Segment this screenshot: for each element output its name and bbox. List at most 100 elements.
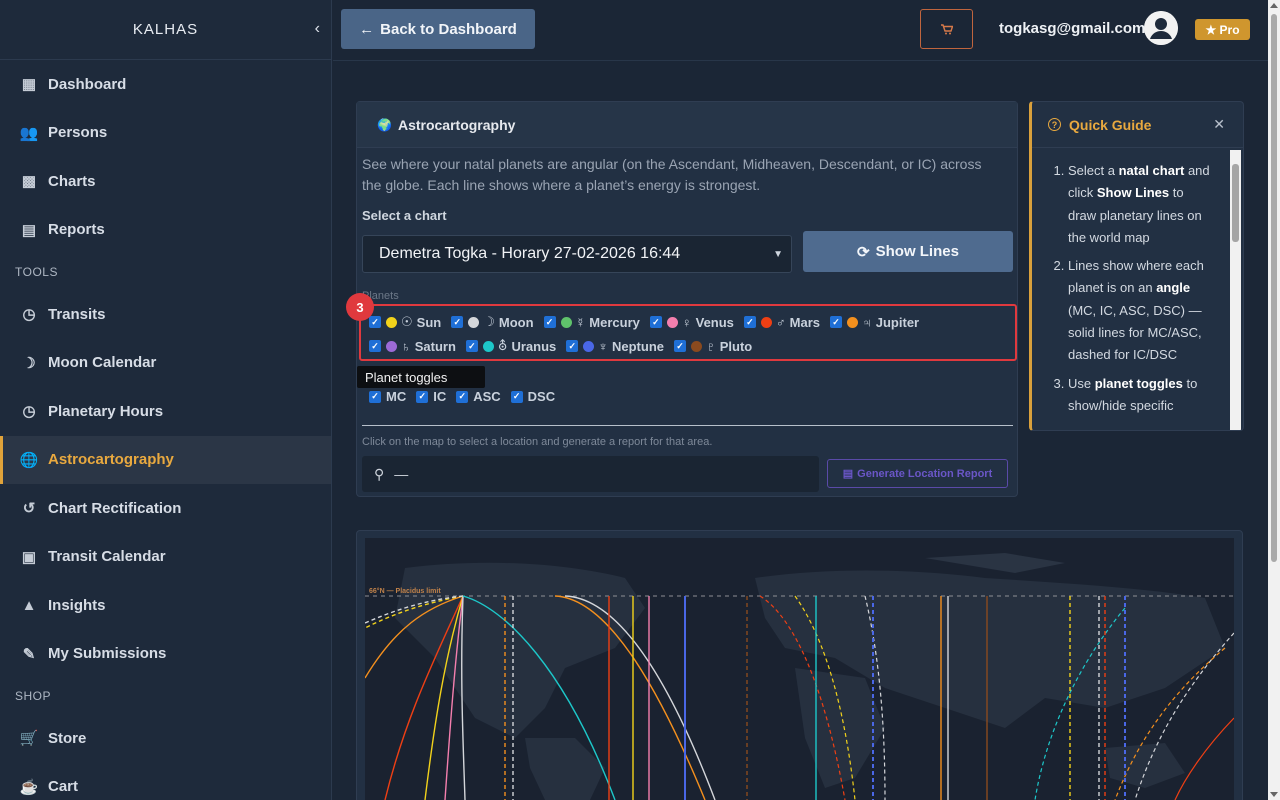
- checkbox[interactable]: ✓: [543, 316, 556, 328]
- angle-toggle-dsc[interactable]: ✓ DSC: [510, 389, 556, 404]
- chart-select[interactable]: Demetra Togka - Horary 27-02-2026 16:44 …: [362, 235, 792, 273]
- back-button-label: Back to Dashboard: [380, 20, 517, 38]
- sidebar-item-transit-calendar[interactable]: ▣ Transit Calendar: [0, 533, 331, 582]
- user-email[interactable]: togkasg@gmail.com: [999, 20, 1145, 37]
- history-icon: ↺: [22, 500, 36, 518]
- scroll-down-icon[interactable]: [1270, 792, 1278, 797]
- location-value: —: [394, 466, 409, 482]
- planet-color-dot: [583, 340, 595, 352]
- guide-text: Select a: [1068, 163, 1119, 178]
- planet-label: Neptune: [612, 338, 664, 354]
- sidebar-item-astrocartography[interactable]: 🌐 Astrocartography: [0, 435, 331, 484]
- scroll-thumb[interactable]: [1271, 14, 1277, 562]
- planet-toggle-saturn[interactable]: ✓ ♄ Saturn: [369, 339, 456, 354]
- cart-icon: [940, 23, 953, 34]
- angle-toggle-mc[interactable]: ✓ MC: [369, 389, 406, 404]
- planet-color-dot: [847, 316, 859, 328]
- pro-label: Pro: [1219, 22, 1240, 37]
- pro-badge[interactable]: ★ Pro: [1195, 19, 1250, 40]
- sidebar-item-label: Transit Calendar: [48, 548, 166, 566]
- planet-toggle-neptune[interactable]: ✓ ♆ Neptune: [566, 339, 664, 354]
- page-scrollbar[interactable]: [1268, 0, 1280, 800]
- planet-toggle-mars[interactable]: ✓ ♂ Mars: [743, 315, 820, 330]
- sidebar-item-label: Moon Calendar: [48, 354, 157, 372]
- globe-icon: 🌐: [19, 451, 39, 469]
- planet-color-dot: [560, 316, 572, 328]
- sidebar-item-insights[interactable]: ▲ Insights: [0, 581, 331, 630]
- sidebar-item-chart-rectification[interactable]: ↺ Chart Rectification: [0, 484, 331, 533]
- angle-label: DSC: [527, 389, 556, 404]
- insights-icon: ▲: [21, 596, 37, 614]
- checkbox[interactable]: ✓: [649, 316, 662, 328]
- checkbox[interactable]: ✓: [674, 340, 686, 352]
- checkbox[interactable]: ✓: [369, 316, 381, 328]
- planet-toggle-jupiter[interactable]: ✓ ♃ Jupiter: [830, 315, 919, 330]
- planet-color-dot: [482, 340, 494, 352]
- sidebar-item-cart[interactable]: ☕ Cart: [0, 763, 331, 800]
- sidebar-item-label: Astrocartography: [48, 451, 174, 469]
- generate-label: Generate Location Report: [857, 467, 993, 480]
- checkbox[interactable]: ✓: [566, 340, 579, 352]
- cart-button[interactable]: [920, 9, 973, 49]
- planet-label: Pluto: [719, 338, 753, 354]
- sidebar-item-dashboard[interactable]: ▦ Dashboard: [0, 60, 331, 109]
- guide-text: natal chart: [1118, 163, 1185, 178]
- sidebar-item-label: Store: [48, 729, 87, 747]
- back-to-dashboard-button[interactable]: ← Back to Dashboard: [341, 9, 535, 49]
- checkbox[interactable]: ✓: [743, 316, 756, 328]
- planet-glyph: ♀: [681, 314, 692, 330]
- planet-toggle-mercury[interactable]: ✓ ☿ Mercury: [543, 315, 640, 330]
- checkbox[interactable]: ✓: [369, 340, 381, 352]
- generate-location-report-button[interactable]: ▤ Generate Location Report: [827, 459, 1008, 488]
- arrow-left-icon: ←: [359, 20, 375, 38]
- checkbox[interactable]: ✓: [416, 390, 429, 403]
- checkbox[interactable]: ✓: [369, 390, 381, 403]
- show-lines-button[interactable]: ⟳ Show Lines: [803, 231, 1013, 272]
- scroll-up-icon[interactable]: [1270, 3, 1278, 8]
- planet-glyph: ☉: [401, 314, 413, 329]
- sidebar-item-charts[interactable]: ▩ Charts: [0, 157, 331, 206]
- angle-toggles: ✓ MC ✓ IC ✓ ASC ✓ DSC: [369, 389, 565, 404]
- planet-glyph: ♇: [706, 338, 716, 354]
- checkbox[interactable]: ✓: [465, 340, 478, 352]
- avatar[interactable]: [1144, 11, 1178, 45]
- tooltip: Planet toggles: [357, 366, 485, 388]
- sidebar-item-transits[interactable]: ◷ Transits: [0, 290, 331, 339]
- checkbox[interactable]: ✓: [456, 390, 469, 403]
- planet-toggle-moon[interactable]: ✓ ☽ Moon: [451, 314, 534, 330]
- planet-toggle-sun[interactable]: ✓ ☉ Sun: [369, 314, 441, 330]
- sidebar-item-moon-calendar[interactable]: ☽ Moon Calendar: [0, 339, 331, 388]
- world-map[interactable]: 66°N — Placidus limit: [365, 538, 1234, 800]
- guide-step: Select a natal chart and click Show Line…: [1068, 160, 1215, 249]
- sidebar-item-store[interactable]: 🛒 Store: [0, 714, 331, 763]
- section-tools: TOOLS: [15, 265, 58, 279]
- location-field[interactable]: ⚲ —: [362, 456, 819, 492]
- planet-toggle-pluto[interactable]: ✓ ♇ Pluto: [674, 339, 752, 354]
- sidebar-item-persons[interactable]: 👥 Persons: [0, 109, 331, 158]
- planet-toggle-uranus[interactable]: ✓ ⛢ Uranus: [465, 338, 556, 354]
- people-icon: 👥: [19, 124, 39, 142]
- clock-icon: ◷: [22, 403, 36, 421]
- angle-toggle-asc[interactable]: ✓ ASC: [456, 389, 501, 404]
- chevron-left-icon[interactable]: ‹: [315, 20, 321, 38]
- basket-icon: ☕: [19, 778, 39, 796]
- calendar-icon: ▣: [21, 548, 37, 566]
- checkbox[interactable]: ✓: [451, 316, 464, 328]
- planet-toggle-venus[interactable]: ✓ ♀ Venus: [649, 314, 734, 330]
- map-svg[interactable]: 66°N — Placidus limit: [365, 538, 1234, 800]
- planet-color-dot: [386, 340, 397, 352]
- guide-text: (MC, IC, ASC, DSC) — solid lines for MC/…: [1068, 302, 1202, 363]
- planet-label: Venus: [695, 314, 734, 330]
- card-description: See where your natal planets are angular…: [362, 156, 982, 193]
- checkbox[interactable]: ✓: [830, 316, 843, 328]
- angle-toggle-ic[interactable]: ✓ IC: [416, 389, 446, 404]
- checkbox[interactable]: ✓: [510, 390, 523, 403]
- placidus-limit-label: 66°N — Placidus limit: [369, 587, 441, 595]
- sidebar-item-reports[interactable]: ▤ Reports: [0, 206, 331, 255]
- sidebar-item-planetary-hours[interactable]: ◷ Planetary Hours: [0, 387, 331, 436]
- close-icon[interactable]: ✕: [1213, 116, 1225, 133]
- brand: KALHAS ‹: [0, 0, 331, 60]
- cart-icon: 🛒: [19, 730, 39, 748]
- sidebar-item-my-submissions[interactable]: ✎ My Submissions: [0, 630, 331, 679]
- guide-scrollbar[interactable]: [1230, 150, 1241, 430]
